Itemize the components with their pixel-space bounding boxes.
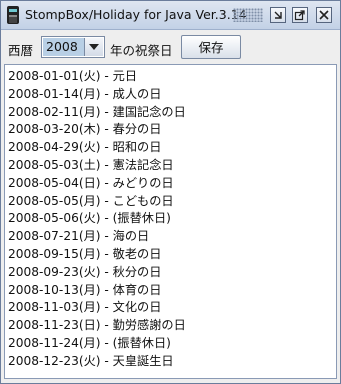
list-item[interactable]: 2008-05-06(火) - (振替休日) — [8, 209, 171, 227]
list-item[interactable]: 2008-01-01(火) - 元日 — [8, 67, 137, 85]
save-button[interactable]: 保存 — [181, 35, 241, 59]
list-item[interactable]: 2008-05-05(月) - こどもの日 — [8, 192, 174, 210]
list-item[interactable]: 2008-02-11(月) - 建国記念の日 — [8, 103, 186, 121]
year-combobox[interactable]: 2008 — [41, 36, 105, 58]
list-item[interactable]: 2008-05-04(日) - みどりの日 — [8, 174, 174, 192]
chevron-down-icon[interactable] — [84, 38, 103, 56]
title-bar[interactable]: StompBox/Holiday for Java Ver.3.14 — [1, 1, 340, 30]
list-item[interactable]: 2008-01-14(月) - 成人の日 — [8, 85, 161, 103]
close-icon — [319, 10, 329, 20]
app-window: StompBox/Holiday for Java Ver.3.14 西暦 20… — [0, 0, 341, 384]
list-item[interactable]: 2008-11-23(日) - 勤労感謝の日 — [8, 316, 186, 334]
list-item[interactable]: 2008-07-21(月) - 海の日 — [8, 227, 149, 245]
list-item[interactable]: 2008-10-13(月) - 体育の日 — [8, 281, 161, 299]
app-icon[interactable] — [7, 6, 19, 24]
minimize-button[interactable] — [270, 7, 286, 23]
minimize-icon — [274, 11, 282, 19]
list-item[interactable]: 2008-03-20(木) - 春分の日 — [8, 120, 161, 138]
list-item[interactable]: 2008-04-29(火) - 昭和の日 — [8, 138, 161, 156]
close-button[interactable] — [316, 7, 332, 23]
holiday-list[interactable]: 2008-01-01(火) - 元日 2008-01-14(月) - 成人の日 20… — [4, 64, 337, 379]
list-item[interactable]: 2008-09-23(火) - 秋分の日 — [8, 263, 161, 281]
title-grip — [233, 8, 263, 22]
list-item[interactable]: 2008-05-03(土) - 憲法記念日 — [8, 156, 174, 174]
holidays-of-year-label: 年の祝祭日 — [110, 43, 173, 58]
maximize-icon — [294, 10, 305, 21]
list-item[interactable]: 2008-11-24(月) - (振替休日) — [8, 334, 171, 352]
maximize-button[interactable] — [292, 7, 308, 23]
window-title: StompBox/Holiday for Java Ver.3.14 — [25, 7, 247, 22]
year-value: 2008 — [43, 38, 85, 56]
list-item[interactable]: 2008-09-15(月) - 敬老の日 — [8, 245, 161, 263]
list-item[interactable]: 2008-11-03(月) - 文化の日 — [8, 298, 161, 316]
list-item[interactable]: 2008-12-23(火) - 天皇誕生日 — [8, 352, 174, 370]
year-label: 西暦 — [8, 43, 34, 58]
